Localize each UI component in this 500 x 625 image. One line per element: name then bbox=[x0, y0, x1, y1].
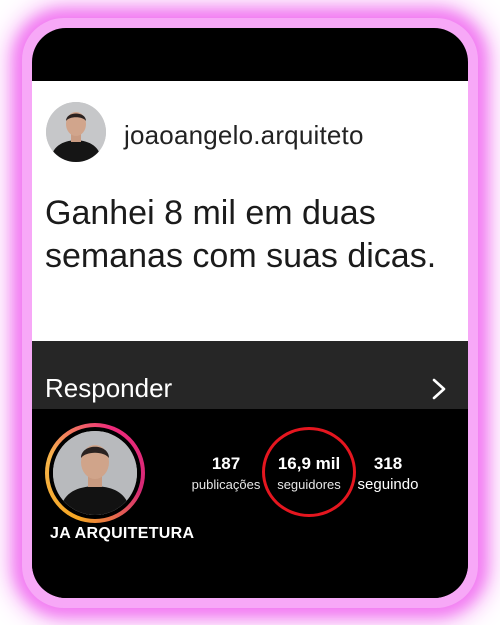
chevron-right-icon[interactable] bbox=[428, 377, 450, 401]
message-card: joaoangelo.arquiteto Ganhei 8 mil em dua… bbox=[32, 81, 468, 341]
story-ring[interactable] bbox=[45, 423, 145, 523]
message-text: Ganhei 8 mil em duas semanas com suas di… bbox=[45, 194, 437, 275]
phone-screen: joaoangelo.arquiteto Ganhei 8 mil em dua… bbox=[32, 28, 468, 598]
posts-count: 187 bbox=[211, 454, 241, 473]
reply-button-label[interactable]: Responder bbox=[45, 373, 172, 404]
reply-bar[interactable]: Responder bbox=[32, 341, 468, 409]
sender-username[interactable]: joaoangelo.arquiteto bbox=[124, 120, 364, 151]
profile-header: JA ARQUITETURA 187 publicações 16,9 mil … bbox=[32, 409, 468, 598]
sender-avatar[interactable] bbox=[46, 102, 106, 162]
profile-avatar[interactable] bbox=[53, 431, 137, 515]
red-highlight-circle bbox=[262, 427, 356, 517]
following-label: seguindo bbox=[357, 476, 419, 493]
following-count: 318 bbox=[373, 454, 403, 473]
stat-following[interactable]: 318 seguindo bbox=[346, 454, 430, 493]
profile-name: JA ARQUITETURA bbox=[50, 525, 195, 542]
posts-label: publicações bbox=[191, 477, 261, 492]
stat-posts[interactable]: 187 publicações bbox=[184, 454, 268, 492]
